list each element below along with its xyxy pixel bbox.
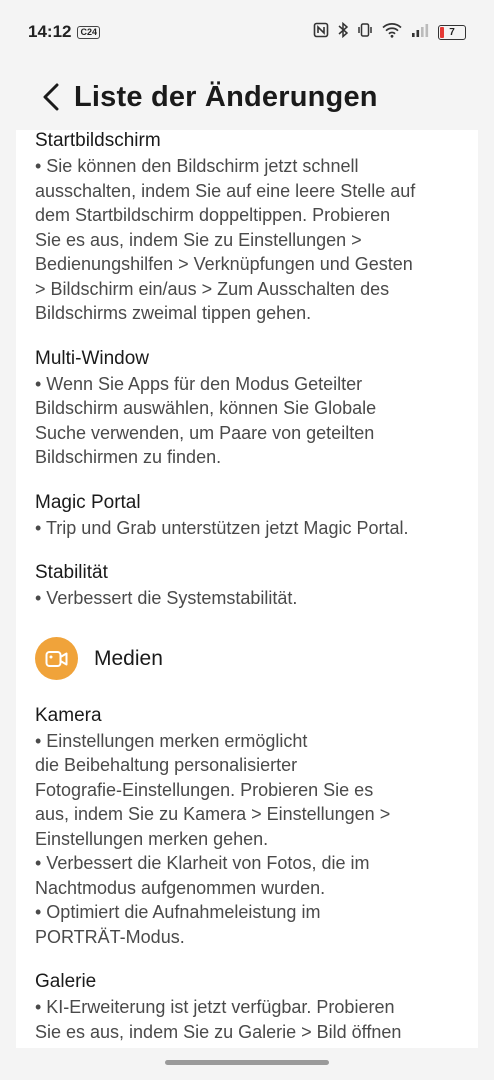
section-title: Stabilität	[35, 562, 108, 583]
status-right: 7	[313, 21, 466, 43]
section-camera: Kamera • Einstellungen merken ermöglicht…	[35, 703, 458, 950]
section-text: • Wenn Sie Apps für den Modus Geteilter …	[35, 373, 377, 468]
wifi-icon	[382, 22, 402, 43]
section-title: Magic Portal	[35, 491, 141, 513]
section-title: Galerie	[35, 971, 97, 992]
chevron-left-icon	[43, 83, 59, 111]
section-title: Multi-Window	[35, 347, 150, 369]
video-camera-icon	[35, 637, 78, 680]
battery-level: 7	[449, 26, 455, 38]
category-label: Medien	[94, 646, 163, 670]
section-home-screen: Startbildschirm • Sie können den Bildsch…	[35, 130, 458, 326]
section-magic-portal: Magic Portal • Trip und Grab unterstütze…	[35, 490, 458, 541]
section-title: Kamera	[35, 704, 102, 726]
battery-icon: 7	[438, 24, 466, 40]
bluetooth-icon	[338, 21, 349, 43]
status-time: 14:12	[28, 22, 72, 41]
page-title: Liste der Änderungen	[74, 80, 378, 113]
status-bar: 14:12 C24 7	[0, 0, 494, 64]
app-header: Liste der Änderungen	[0, 64, 494, 130]
notification-badge: C24	[77, 25, 100, 39]
vibrate-icon	[357, 22, 373, 43]
section-multi-window: Multi-Window • Wenn Sie Apps für den Mod…	[35, 346, 458, 470]
section-title: Startbildschirm	[35, 130, 161, 151]
section-text: • Sie können den Bildschirm jetzt schnel…	[35, 156, 416, 323]
changelog-content: Startbildschirm • Sie können den Bildsch…	[16, 130, 478, 1044]
category-media: Medien	[35, 631, 458, 687]
section-stability: Stabilität • Verbessert die Systemstabil…	[35, 560, 458, 611]
home-gesture-handle[interactable]	[165, 1060, 329, 1065]
status-left: 14:12 C24	[28, 22, 100, 42]
nfc-icon	[313, 22, 329, 43]
section-text: • Trip und Grab unterstützen jetzt Magic…	[35, 517, 409, 538]
signal-icon	[411, 22, 429, 42]
section-gallery: Galerie • KI-Erweiterung ist jetzt verfü…	[35, 969, 458, 1044]
section-text: • Einstellungen merken ermöglicht die Be…	[35, 730, 391, 947]
back-button[interactable]	[36, 82, 66, 112]
changelog-card[interactable]: Startbildschirm • Sie können den Bildsch…	[16, 130, 478, 1080]
section-text: • Verbessert die Systemstabilität.	[35, 588, 298, 608]
section-text: • KI-Erweiterung ist jetzt verfügbar. Pr…	[35, 997, 402, 1042]
